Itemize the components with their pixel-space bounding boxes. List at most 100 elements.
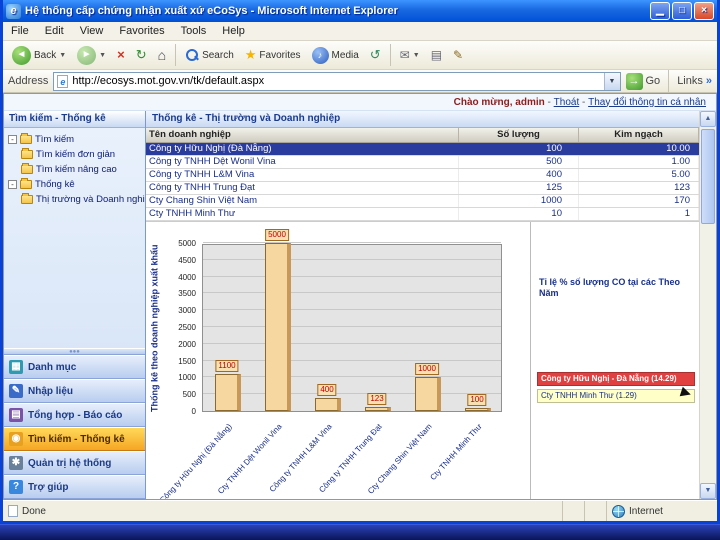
address-url[interactable]: http://ecosys.mot.gov.vn/tk/default.aspx <box>72 75 599 87</box>
tree-item-label: Thống kê <box>35 179 75 190</box>
cell-turnover: 123 <box>579 182 699 194</box>
links-menu[interactable]: Links » <box>677 75 712 87</box>
cell-turnover: 10.00 <box>579 143 699 155</box>
change-info-link[interactable]: Thay đổi thông tin cá nhân <box>588 97 706 108</box>
table-row[interactable]: Công ty TNHH Trung Đạt 125 123 <box>146 182 699 195</box>
chart-bar[interactable] <box>415 377 441 411</box>
address-dropdown-icon[interactable]: ▼ <box>603 72 620 90</box>
folder-icon <box>21 148 33 159</box>
minimize-button[interactable]: ▁ <box>650 2 670 20</box>
menu-item-view[interactable]: View <box>72 23 112 39</box>
table-row[interactable]: Cty Chang Shin Việt Nam 1000 170 <box>146 195 699 208</box>
scrollbar-track[interactable] <box>700 127 716 483</box>
go-label: Go <box>645 75 661 87</box>
tree-expander-icon[interactable]: - <box>8 180 17 189</box>
vertical-scrollbar[interactable]: ▲ ▼ <box>699 111 716 499</box>
chart-bar[interactable] <box>215 374 241 411</box>
chart-gridline <box>203 326 501 327</box>
taskbar[interactable] <box>0 524 720 540</box>
legend-item[interactable]: Cty TNHH Minh Thư (1.29) <box>537 389 695 403</box>
stop-button[interactable]: × <box>112 43 130 67</box>
menu-item-tools[interactable]: Tools <box>173 23 215 39</box>
cell-quantity: 100 <box>459 143 579 155</box>
back-button[interactable]: ◄ Back ▼ <box>7 43 71 68</box>
menu-item-edit[interactable]: Edit <box>37 23 72 39</box>
mail-dropdown-icon[interactable]: ▼ <box>413 52 420 59</box>
forward-dropdown-icon[interactable]: ▼ <box>99 52 106 59</box>
nav-button-report[interactable]: ▤ Tổng hợp - Báo cáo <box>4 403 145 427</box>
home-button[interactable]: ⌂ <box>153 43 171 67</box>
refresh-button[interactable]: ↻ <box>131 43 152 67</box>
legend-item[interactable]: Công ty Hữu Nghị - Đà Nẵng (14.29) <box>537 372 695 386</box>
cell-company-name: Công ty TNHH L&M Vina <box>146 169 459 181</box>
folder-icon <box>20 178 32 189</box>
media-label: Media <box>331 49 359 61</box>
print-button[interactable]: ▤ <box>426 43 447 67</box>
column-header[interactable]: Số lượng <box>459 128 579 142</box>
nav-button-search-stats[interactable]: ◉ Tìm kiếm - Thống kê <box>4 427 145 451</box>
bar-value-label: 1100 <box>215 360 239 372</box>
logout-link[interactable]: Thoát <box>554 97 580 108</box>
tree-item[interactable]: Thị trường và Doanh nghiệp <box>4 192 145 207</box>
table-row[interactable]: Công ty TNHH L&M Vina 400 5.00 <box>146 169 699 182</box>
browser-window: e Hệ thống cấp chứng nhận xuất xứ eCoSys… <box>0 0 720 524</box>
chart-gridline <box>203 242 501 243</box>
history-button[interactable]: ↺ <box>365 43 386 67</box>
nav-button-label: Tổng hợp - Báo cáo <box>28 409 123 421</box>
column-header[interactable]: Tên doanh nghiệp <box>146 128 459 142</box>
mail-button[interactable]: ✉ ▼ <box>395 43 425 67</box>
chart-bar[interactable] <box>315 398 341 411</box>
title-bar[interactable]: e Hệ thống cấp chứng nhận xuất xứ eCoSys… <box>3 0 717 22</box>
chart-bar[interactable] <box>265 243 291 411</box>
nav-button-admin[interactable]: ✱ Quản trị hệ thống <box>4 451 145 475</box>
table-row[interactable]: Công ty Hữu Nghị (Đà Nẵng) 100 10.00 <box>146 143 699 156</box>
page-icon: e <box>57 74 69 88</box>
forward-button[interactable]: ► ▼ <box>72 43 111 68</box>
close-button[interactable]: × <box>694 2 714 20</box>
y-axis-tick-label: 4500 <box>178 255 196 265</box>
favorites-button[interactable]: ★ Favorites <box>240 43 306 67</box>
y-axis-tick-label: 0 <box>191 407 196 416</box>
cell-company-name: Công ty TNHH Trung Đạt <box>146 182 459 194</box>
menu-item-file[interactable]: File <box>3 23 37 39</box>
admin-icon: ✱ <box>9 456 23 470</box>
tree-item[interactable]: - Tìm kiếm <box>4 132 145 147</box>
chart-title: Tỉ lệ % số lượng CO tại các Theo Năm <box>539 277 680 298</box>
cell-turnover: 5.00 <box>579 169 699 181</box>
scroll-up-button[interactable]: ▲ <box>700 111 716 127</box>
tree-expander-icon[interactable]: - <box>8 135 17 144</box>
tree-item[interactable]: Tìm kiếm nâng cao <box>4 162 145 177</box>
chart-bar[interactable] <box>365 407 391 411</box>
chart-gridline <box>203 309 501 311</box>
chart-bar[interactable] <box>465 408 491 411</box>
nav-button-help[interactable]: ? Trợ giúp <box>4 475 145 499</box>
cell-turnover: 1.00 <box>579 156 699 168</box>
nav-button-label: Trợ giúp <box>28 481 69 493</box>
edit-button[interactable]: ✎ <box>448 43 468 67</box>
column-header[interactable]: Kim ngạch <box>579 128 699 142</box>
content-area: Tìm kiếm - Thống kê - Tìm kiếm Tìm kiếm đơ… <box>4 111 716 499</box>
nav-button-input[interactable]: ✎ Nhập liệu <box>4 379 145 403</box>
scrollbar-thumb[interactable] <box>701 129 715 224</box>
scroll-down-button[interactable]: ▼ <box>700 483 716 499</box>
splitter-grip[interactable]: ●●● <box>4 348 145 355</box>
go-button[interactable]: → Go <box>625 72 661 90</box>
cell-company-name: Công ty Hữu Nghị (Đà Nẵng) <box>146 143 459 155</box>
search-label: Search <box>202 49 234 61</box>
back-dropdown-icon[interactable]: ▼ <box>59 52 66 59</box>
favorites-star-icon: ★ <box>244 47 257 62</box>
tree-item[interactable]: Tìm kiếm đơn giản <box>4 147 145 162</box>
table-row[interactable]: Công ty TNHH Dệt Wonil Vina 500 1.00 <box>146 156 699 169</box>
media-button[interactable]: ♪ Media <box>307 44 364 67</box>
address-input[interactable]: e http://ecosys.mot.gov.vn/tk/default.as… <box>53 71 621 91</box>
tree-item[interactable]: - Thống kê <box>4 177 145 192</box>
maximize-button[interactable]: □ <box>672 2 692 20</box>
status-pane <box>563 501 585 521</box>
search-button[interactable]: Search <box>180 45 239 65</box>
nav-button-catalog[interactable]: ▦ Danh mục <box>4 355 145 379</box>
y-axis-tick-label: 500 <box>182 390 196 400</box>
table-row[interactable]: Cty TNHH Minh Thư 10 1 <box>146 208 699 221</box>
cell-quantity: 400 <box>459 169 579 181</box>
menu-item-help[interactable]: Help <box>214 23 253 39</box>
menu-item-favorites[interactable]: Favorites <box>111 23 172 39</box>
